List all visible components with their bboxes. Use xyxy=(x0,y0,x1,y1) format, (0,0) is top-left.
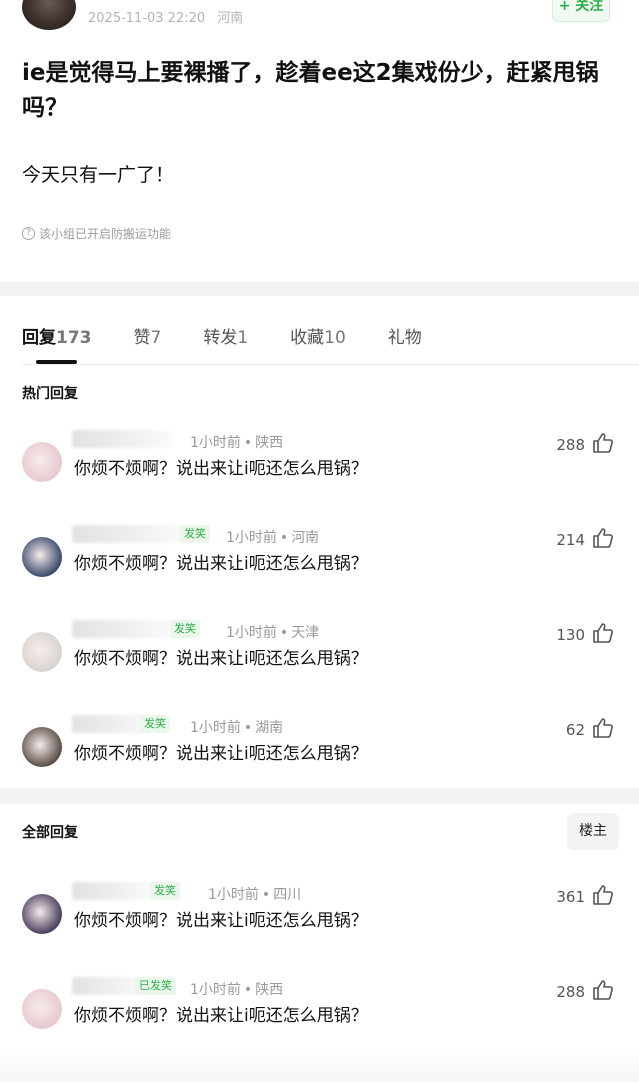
commenter-avatar[interactable] xyxy=(22,989,62,1029)
post-body: 今天只有一广了！ xyxy=(22,164,175,186)
comment-item[interactable]: 发笑 1小时前 • 河南你烦不烦啊？说出来让i呃还怎么甩锅？ 214 xyxy=(0,525,639,605)
comment-location: 四川 xyxy=(273,887,302,903)
reaction-badge: 已发笑 xyxy=(135,977,176,995)
all-replies-heading: 全部回复 xyxy=(22,825,78,841)
tab-divider xyxy=(22,364,639,365)
tab-label: 收藏 xyxy=(290,328,325,348)
comment-meta: 1小时前 • 四川 xyxy=(208,887,302,903)
comment-text: 你烦不烦啊？说出来让i呃还怎么甩锅？ xyxy=(74,911,368,931)
comment-item[interactable]: 已发笑 1小时前 • 陕西你烦不烦啊？说出来让i呃还怎么甩锅？ 288 xyxy=(0,977,639,1057)
thumbs-up-icon xyxy=(591,883,615,911)
tab-bar: 回复173 赞7 转发1 收藏10 礼物 xyxy=(22,323,464,348)
tab-gifts[interactable]: 礼物 xyxy=(388,323,422,348)
like-button[interactable]: 288 xyxy=(556,431,615,459)
like-count: 361 xyxy=(556,888,585,906)
commenter-avatar[interactable] xyxy=(22,727,62,767)
comment-location: 河南 xyxy=(291,530,320,546)
comment-meta: 1小时前 • 陕西 xyxy=(190,435,284,451)
comment-text: 你烦不烦啊？说出来让i呃还怎么甩锅？ xyxy=(74,744,368,764)
tab-label: 礼物 xyxy=(387,328,422,348)
tab-count: 173 xyxy=(56,328,92,348)
comment-meta: 1小时前 • 湖南 xyxy=(190,720,284,736)
like-button[interactable]: 62 xyxy=(566,716,615,744)
like-count: 288 xyxy=(556,436,585,454)
post-meta: 2025-11-03 22:20 河南 xyxy=(88,7,243,26)
thumbs-up-icon xyxy=(591,978,615,1006)
comment-text: 你烦不烦啊？说出来让i呃还怎么甩锅？ xyxy=(74,649,368,669)
thumbs-up-icon xyxy=(591,526,615,554)
follow-button[interactable]: + 关注 xyxy=(552,0,610,22)
reaction-badge: 发笑 xyxy=(170,620,200,638)
like-count: 288 xyxy=(556,983,585,1001)
like-count: 62 xyxy=(565,721,585,739)
like-button[interactable]: 214 xyxy=(556,526,615,554)
like-button[interactable]: 130 xyxy=(556,621,615,649)
comment-meta: 1小时前 • 陕西 xyxy=(190,982,284,998)
commenter-avatar[interactable] xyxy=(22,894,62,934)
reaction-badge: 发笑 xyxy=(180,525,210,543)
commenter-avatar[interactable] xyxy=(22,537,62,577)
tab-label: 回复 xyxy=(22,328,56,348)
tab-likes[interactable]: 赞7 xyxy=(134,323,162,348)
reaction-badge: 发笑 xyxy=(150,882,180,900)
comment-location: 陕西 xyxy=(255,435,284,451)
tab-reposts[interactable]: 转发1 xyxy=(203,323,248,348)
comment-time: 1小时前 xyxy=(208,887,259,903)
comment-time: 1小时前 xyxy=(190,720,241,736)
post-date: 2025-11-03 22:20 xyxy=(88,11,206,26)
comment-location: 湖南 xyxy=(255,720,284,736)
comment-location: 天津 xyxy=(291,625,320,641)
like-count: 130 xyxy=(556,626,585,644)
commenter-name[interactable] xyxy=(72,882,152,900)
comment-item[interactable]: 发笑 1小时前 • 天津你烦不烦啊？说出来让i呃还怎么甩锅？ 130 xyxy=(0,620,639,700)
commenter-avatar[interactable] xyxy=(22,442,62,482)
section-divider xyxy=(0,282,639,296)
comment-meta: 1小时前 • 天津 xyxy=(226,625,320,641)
comment-text: 你烦不烦啊？说出来让i呃还怎么甩锅？ xyxy=(74,554,368,574)
tab-count: 1 xyxy=(237,328,249,348)
tab-count: 10 xyxy=(324,328,346,348)
tab-favorites[interactable]: 收藏10 xyxy=(290,323,346,348)
commenter-name[interactable] xyxy=(72,977,142,995)
comment-item[interactable]: 发笑 1小时前 • 四川你烦不烦啊？说出来让i呃还怎么甩锅？ 361 xyxy=(0,882,639,962)
commenter-avatar[interactable] xyxy=(22,632,62,672)
like-button[interactable]: 288 xyxy=(556,978,615,1006)
like-count: 214 xyxy=(556,531,585,549)
comment-text: 你烦不烦啊？说出来让i呃还怎么甩锅？ xyxy=(74,459,368,479)
tab-label: 转发 xyxy=(203,328,238,348)
thumbs-up-icon xyxy=(591,621,615,649)
post-title: ie是觉得马上要裸播了，趁着ee这2集戏份少，赶紧甩锅吗？ xyxy=(22,60,599,121)
comment-meta: 1小时前 • 河南 xyxy=(226,530,320,546)
question-circle-icon: ? xyxy=(22,227,35,240)
tab-label: 赞 xyxy=(133,328,151,348)
comment-location: 陕西 xyxy=(255,982,284,998)
hot-replies-heading: 热门回复 xyxy=(22,386,78,402)
notice-text: 该小组已开启防搬运功能 xyxy=(39,227,172,241)
tab-count: 7 xyxy=(150,328,162,348)
comment-time: 1小时前 xyxy=(226,625,277,641)
reaction-badge: 发笑 xyxy=(140,715,170,733)
thumbs-up-icon xyxy=(591,716,615,744)
thumbs-up-icon xyxy=(591,431,615,459)
owner-only-filter-button[interactable]: 楼主 xyxy=(567,813,619,850)
post-location: 河南 xyxy=(217,11,244,26)
comment-item[interactable]: 发笑 1小时前 • 湖南你烦不烦啊？说出来让i呃还怎么甩锅？ 62 xyxy=(0,715,639,795)
tab-replies[interactable]: 回复173 xyxy=(22,323,92,348)
comment-text: 你烦不烦啊？说出来让i呃还怎么甩锅？ xyxy=(74,1006,368,1026)
comment-time: 1小时前 xyxy=(226,530,277,546)
commenter-name[interactable] xyxy=(72,430,172,448)
commenter-name[interactable] xyxy=(72,620,172,638)
commenter-name[interactable] xyxy=(72,525,182,543)
author-avatar[interactable] xyxy=(22,0,76,30)
comment-time: 1小时前 xyxy=(190,982,241,998)
comment-time: 1小时前 xyxy=(190,435,241,451)
like-button[interactable]: 361 xyxy=(556,883,615,911)
anti-repost-notice: ? 该小组已开启防搬运功能 xyxy=(22,225,171,242)
bottom-bar xyxy=(0,1046,639,1082)
section-divider xyxy=(0,788,639,804)
comment-item[interactable]: 1小时前 • 陕西你烦不烦啊？说出来让i呃还怎么甩锅？ 288 xyxy=(0,430,639,510)
